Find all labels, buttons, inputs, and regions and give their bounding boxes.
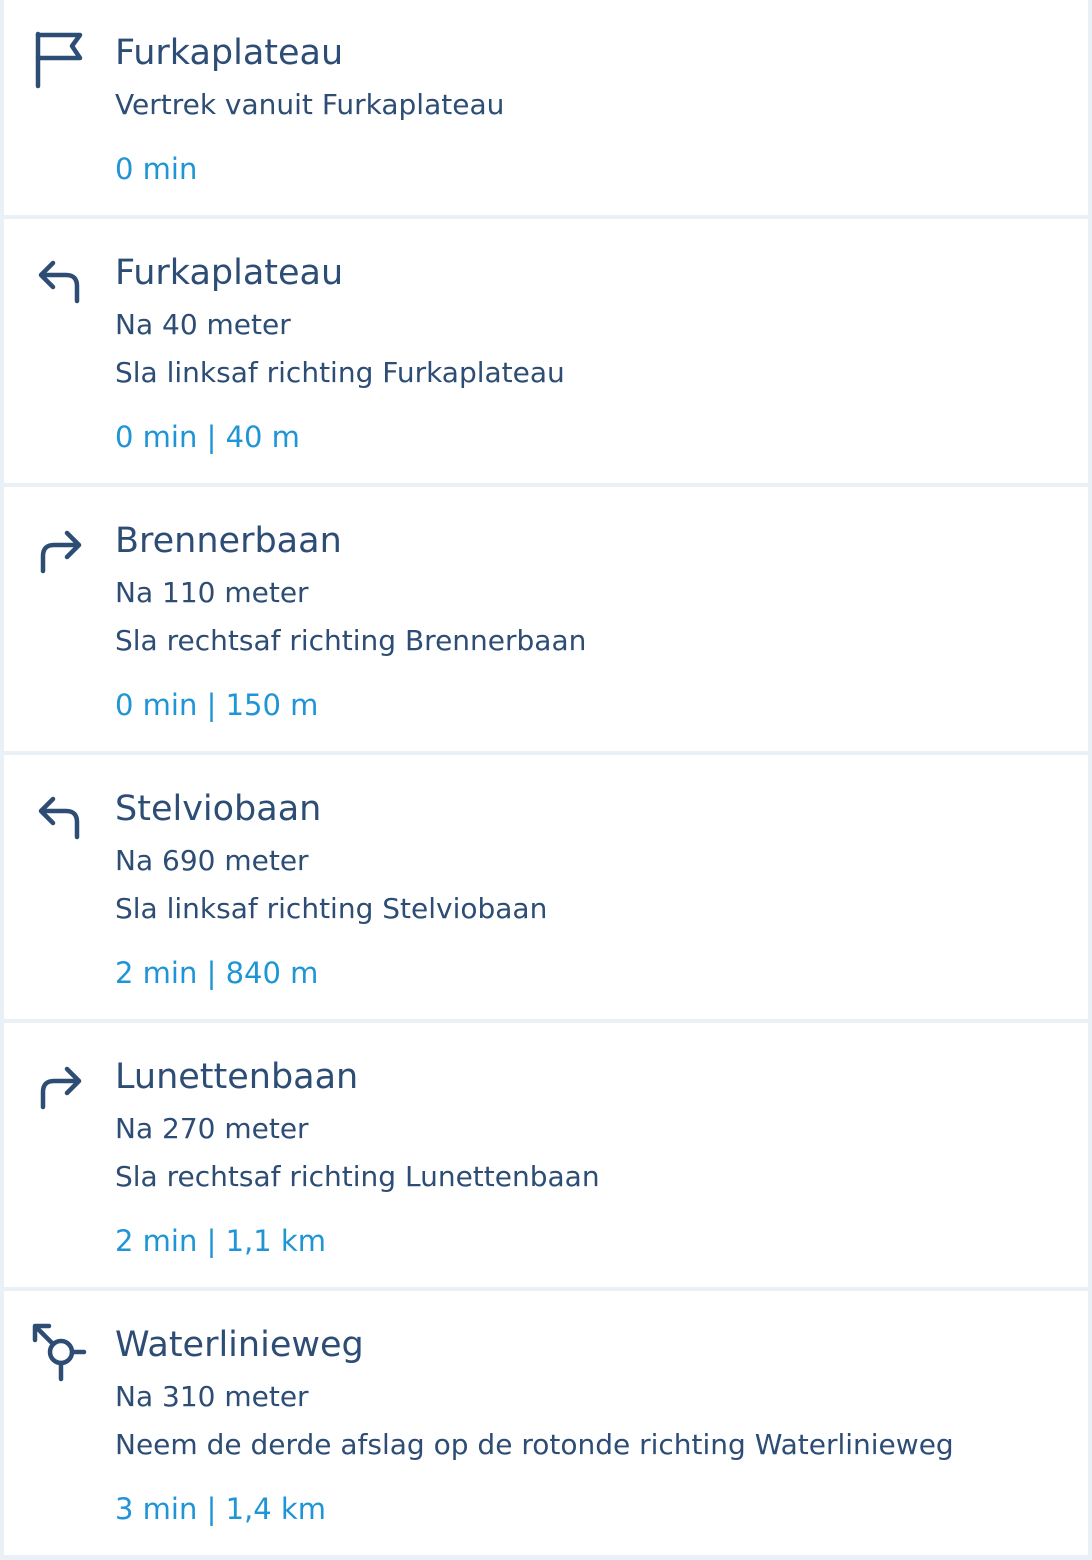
step-time-distance: 0 min xyxy=(115,152,198,186)
step-instruction: Sla rechtsaf richting Lunettenbaan xyxy=(115,1160,600,1193)
step-distance-text: Na 40 meter xyxy=(115,308,291,341)
step-title: Furkaplateau xyxy=(115,33,344,73)
step-title: Brennerbaan xyxy=(115,521,342,561)
step-instruction: Sla linksaf richting Furkaplateau xyxy=(115,356,565,389)
step-instruction: Vertrek vanuit Furkaplateau xyxy=(115,88,505,121)
step-distance-text: Na 110 meter xyxy=(115,576,309,609)
route-step[interactable]: Brennerbaan Na 110 meter Sla rechtsaf ri… xyxy=(4,487,1088,751)
step-title: Waterlinieweg xyxy=(115,1325,364,1365)
turn-left-icon xyxy=(30,787,90,851)
route-step[interactable]: Furkaplateau Vertrek vanuit Furkaplateau… xyxy=(4,0,1088,215)
step-time-distance: 3 min | 1,4 km xyxy=(115,1492,326,1526)
step-time-distance: 0 min | 150 m xyxy=(115,688,319,722)
step-distance-text: Na 310 meter xyxy=(115,1380,309,1413)
step-instruction: Sla linksaf richting Stelviobaan xyxy=(115,892,548,925)
roundabout-third-exit-icon xyxy=(30,1319,90,1383)
flag-icon xyxy=(30,28,90,92)
step-title: Stelviobaan xyxy=(115,789,322,829)
step-instruction: Sla rechtsaf richting Brennerbaan xyxy=(115,624,587,657)
route-step[interactable]: Waterlinieweg Na 310 meter Neem de derde… xyxy=(4,1291,1088,1555)
step-distance-text: Na 690 meter xyxy=(115,844,309,877)
route-steps-list: Furkaplateau Vertrek vanuit Furkaplateau… xyxy=(4,0,1088,1560)
step-time-distance: 2 min | 1,1 km xyxy=(115,1224,326,1258)
step-title: Lunettenbaan xyxy=(115,1057,359,1097)
route-step[interactable]: Furkaplateau Na 40 meter Sla linksaf ric… xyxy=(4,219,1088,483)
route-step[interactable]: Stelviobaan Na 690 meter Sla linksaf ric… xyxy=(4,755,1088,1019)
step-time-distance: 0 min | 40 m xyxy=(115,420,300,454)
turn-right-icon xyxy=(30,519,90,583)
step-distance-text: Na 270 meter xyxy=(115,1112,309,1145)
step-title: Furkaplateau xyxy=(115,253,344,293)
step-instruction: Neem de derde afslag op de rotonde richt… xyxy=(115,1428,954,1461)
turn-left-icon xyxy=(30,251,90,315)
turn-right-icon xyxy=(30,1055,90,1119)
step-time-distance: 2 min | 840 m xyxy=(115,956,319,990)
route-step[interactable]: Lunettenbaan Na 270 meter Sla rechtsaf r… xyxy=(4,1023,1088,1287)
